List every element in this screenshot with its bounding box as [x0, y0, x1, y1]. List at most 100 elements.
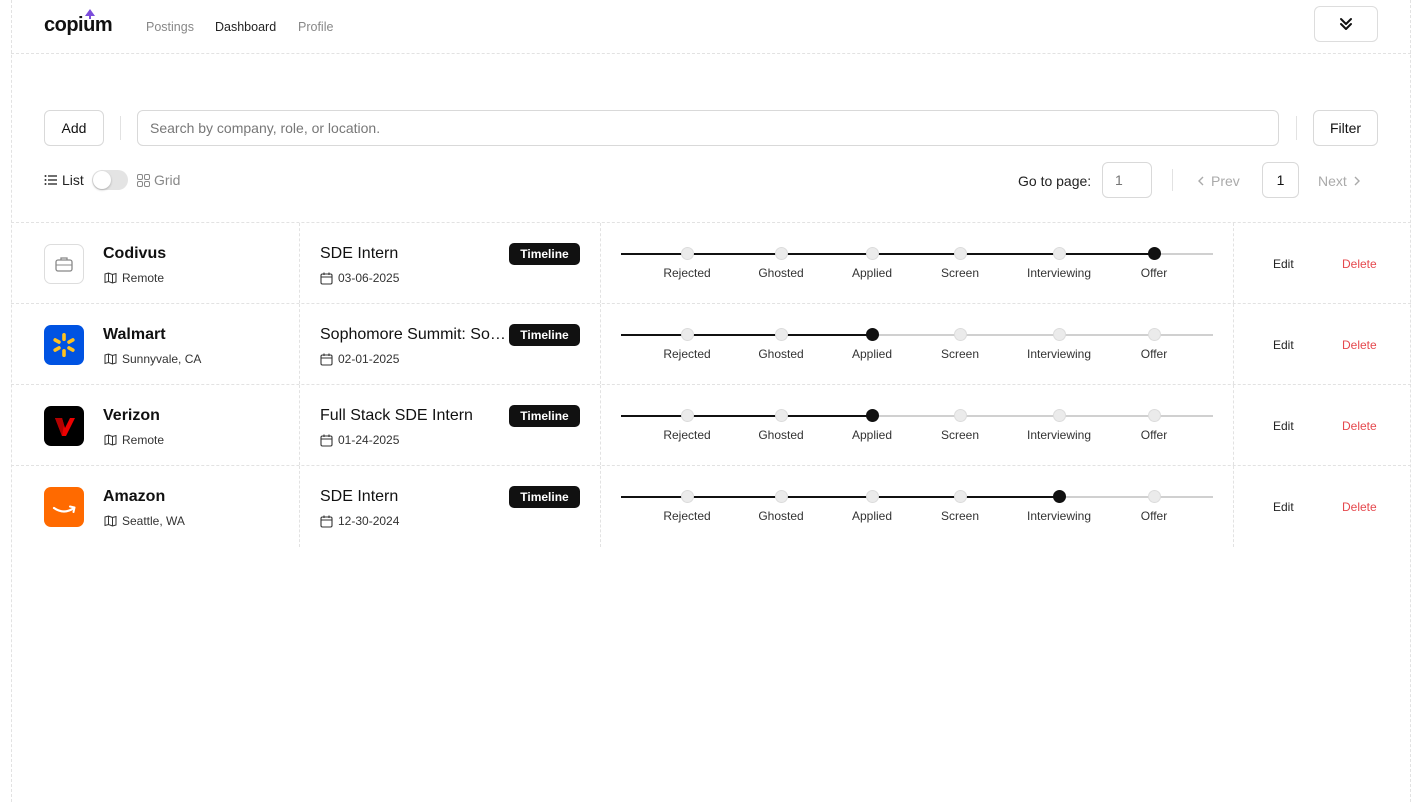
timeline-badge[interactable]: Timeline [509, 243, 580, 265]
timeline-label-offer: Offer [1140, 266, 1168, 280]
timeline-label-interviewing: Interviewing [1026, 509, 1092, 523]
company-location: Sunnyvale, CA [104, 352, 201, 366]
delete-button[interactable]: Delete [1342, 338, 1377, 352]
column-divider [1233, 385, 1234, 465]
edit-button[interactable]: Edit [1273, 257, 1294, 271]
walmart-spark-icon [53, 333, 75, 357]
search-input[interactable] [137, 110, 1279, 146]
column-divider [299, 223, 300, 303]
nav-profile[interactable]: Profile [298, 20, 333, 34]
next-page-button[interactable]: Next [1318, 173, 1361, 189]
delete-button[interactable]: Delete [1342, 257, 1377, 271]
column-divider [1233, 223, 1234, 303]
calendar-icon [320, 353, 333, 366]
toggle-knob [93, 171, 111, 189]
timeline-label-screen: Screen [940, 509, 980, 523]
timeline-label-applied: Applied [851, 428, 893, 442]
timeline-label-interviewing: Interviewing [1026, 347, 1092, 361]
timeline-dot-offer [1148, 490, 1161, 503]
column-divider [299, 466, 300, 547]
timeline-label-rejected: Rejected [663, 428, 711, 442]
nav-dashboard[interactable]: Dashboard [215, 20, 276, 34]
timeline-dot-rejected [681, 490, 694, 503]
timeline-dot-rejected [681, 247, 694, 260]
status-timeline: Rejected Ghosted Applied Screen Interviewing… [621, 324, 1213, 364]
map-icon [104, 272, 117, 284]
timeline-dot-ghosted [775, 409, 788, 422]
expand-menu-button[interactable] [1314, 6, 1378, 42]
location-text: Remote [122, 271, 165, 285]
timeline-progress-line [621, 253, 1154, 255]
role-title: SDE Intern [320, 488, 399, 505]
date-text: 12-30-2024 [338, 514, 400, 528]
timeline-badge[interactable]: Timeline [509, 405, 580, 427]
company-name: Verizon [103, 407, 160, 424]
timeline-dot-offer [1148, 247, 1161, 260]
list-view-option[interactable]: List [44, 172, 84, 188]
company-location: Remote [104, 433, 164, 447]
timeline-dot-ghosted [775, 328, 788, 341]
delete-button[interactable]: Delete [1342, 500, 1377, 514]
timeline-label-applied: Applied [851, 347, 893, 361]
status-timeline: Rejected Ghosted Applied Screen Interviewing… [621, 405, 1213, 445]
edit-button[interactable]: Edit [1273, 338, 1294, 352]
timeline-dot-screen [954, 247, 967, 260]
company-logo-verizon-check-icon [44, 406, 84, 446]
application-row: Walmart Sunnyvale, CA Sophomore Summit: … [11, 304, 1411, 385]
timeline-badge[interactable]: Timeline [509, 486, 580, 508]
edit-button[interactable]: Edit [1273, 500, 1294, 514]
timeline-label-rejected: Rejected [663, 509, 711, 523]
amazon-smile-icon [52, 505, 76, 513]
edit-button[interactable]: Edit [1273, 419, 1294, 433]
timeline-dot-applied [866, 328, 879, 341]
next-label: Next [1318, 173, 1347, 189]
timeline-dot-offer [1148, 328, 1161, 341]
timeline-progress-line [621, 415, 872, 417]
timeline-label-screen: Screen [940, 266, 980, 280]
timeline-badge[interactable]: Timeline [509, 324, 580, 346]
status-timeline: Rejected Ghosted Applied Screen Interviewing… [621, 486, 1213, 526]
timeline-dot-interviewing [1053, 328, 1066, 341]
application-row: Verizon Remote Full Stack SDE Intern 01-… [11, 385, 1411, 466]
view-mode-toggle[interactable] [92, 170, 128, 190]
go-to-page-input[interactable] [1102, 162, 1152, 198]
timeline-label-screen: Screen [940, 428, 980, 442]
applied-date: 01-24-2025 [320, 433, 399, 447]
grid-view-option[interactable]: Grid [137, 172, 180, 188]
nav-postings[interactable]: Postings [146, 20, 194, 34]
status-timeline: Rejected Ghosted Applied Screen Interviewing… [621, 243, 1213, 283]
delete-button[interactable]: Delete [1342, 419, 1377, 433]
timeline-dot-applied [866, 409, 879, 422]
calendar-icon [320, 434, 333, 447]
timeline-dot-screen [954, 328, 967, 341]
location-text: Remote [122, 433, 165, 447]
timeline-dot-interviewing [1053, 409, 1066, 422]
pager-divider [1172, 169, 1173, 191]
timeline-dot-applied [866, 247, 879, 260]
prev-page-button[interactable]: Prev [1197, 173, 1240, 189]
go-to-page-label: Go to page: [1018, 173, 1092, 189]
add-button[interactable]: Add [44, 110, 104, 146]
company-logo-walmart-spark-icon [44, 325, 84, 365]
map-icon [104, 515, 117, 527]
timeline-label-screen: Screen [940, 347, 980, 361]
calendar-icon [320, 515, 333, 528]
role-title: Sophomore Summit: Software Engineering [320, 326, 510, 343]
company-logo-briefcase-icon [44, 244, 84, 284]
chevron-right-icon [1354, 176, 1360, 186]
grid-icon [137, 173, 150, 187]
company-location: Remote [104, 271, 164, 285]
app-logo[interactable]: copium [44, 14, 113, 37]
chevron-left-icon [1198, 176, 1204, 186]
date-text: 02-01-2025 [338, 352, 400, 366]
list-icon [44, 175, 57, 185]
map-icon [104, 353, 117, 365]
filter-button[interactable]: Filter [1313, 110, 1378, 146]
current-page-button[interactable]: 1 [1262, 162, 1299, 198]
timeline-remaining-line [1154, 253, 1213, 255]
timeline-dot-interviewing [1053, 490, 1066, 503]
company-logo-amazon-smile-icon [44, 487, 84, 527]
role-title: SDE Intern [320, 245, 399, 262]
timeline-label-applied: Applied [851, 266, 893, 280]
timeline-label-ghosted: Ghosted [758, 428, 804, 442]
